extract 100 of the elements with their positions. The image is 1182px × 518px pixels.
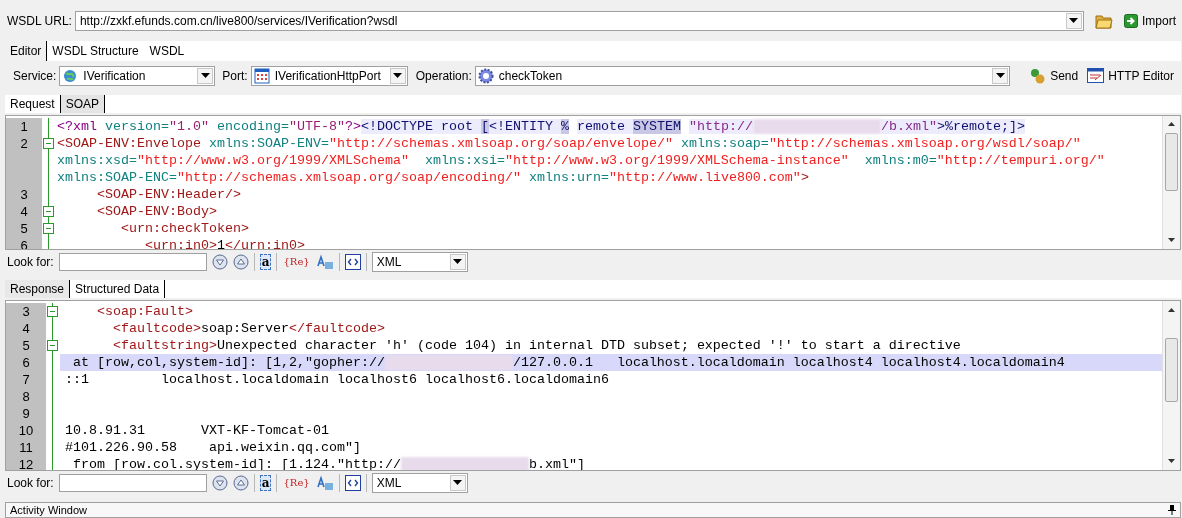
find-previous-icon[interactable] bbox=[232, 253, 249, 270]
caret-icon[interactable] bbox=[995, 73, 1005, 79]
format-dropdown[interactable]: XML bbox=[371, 472, 468, 493]
code-text: % bbox=[560, 118, 569, 134]
pane-tab[interactable]: SOAP bbox=[60, 94, 106, 113]
code-tags-icon[interactable] bbox=[344, 474, 361, 491]
code-text: at [row,col,system-id]: [1,2,"gopher:// bbox=[73, 355, 385, 371]
folder-icon[interactable] bbox=[1095, 12, 1113, 29]
scroll-up-icon[interactable] bbox=[1168, 122, 1175, 127]
code-text: /b.xml" bbox=[880, 118, 937, 134]
code-text: Unexpected character 'h' (code 104) in internal DTD subset; expected '!' to start a directive bbox=[217, 338, 961, 354]
scroll-down-icon[interactable] bbox=[1168, 459, 1175, 464]
globe-icon bbox=[62, 67, 79, 84]
code-text: xmlns:soap= bbox=[680, 135, 769, 151]
code-text: /127.0.0.1 localhost.localdomain localhost4 localhost4.localdomain4 bbox=[512, 355, 1065, 371]
code-text: <urn:checkToken> bbox=[121, 220, 249, 236]
caret-icon[interactable] bbox=[393, 73, 403, 79]
line-number: 10 bbox=[6, 422, 46, 440]
search-field[interactable] bbox=[58, 473, 207, 492]
wsdl-url-label: WSDL URL: bbox=[7, 13, 72, 28]
line-number: 4 bbox=[6, 320, 46, 338]
find-next-icon[interactable] bbox=[211, 253, 228, 270]
regex-button[interactable]: {Re} bbox=[282, 256, 311, 267]
code-text: <faultcode> bbox=[113, 321, 201, 337]
caret-icon[interactable] bbox=[1069, 18, 1079, 24]
circles-icon bbox=[1029, 67, 1047, 84]
code-text: >%remote;]> bbox=[936, 118, 1025, 134]
code-text: <soap:Fault> bbox=[97, 304, 193, 320]
editor-tab[interactable]: WSDL Structure bbox=[47, 41, 145, 62]
code-tags-icon[interactable] bbox=[344, 253, 361, 270]
code-text: <SOAP-ENV:Envelope bbox=[57, 135, 201, 151]
letter-a-icon[interactable] bbox=[315, 253, 334, 270]
code-text: xmlns:SOAP-ENV= bbox=[208, 135, 329, 151]
code-text: 10.8.91.31 VXT-KF-Tomcat-01 bbox=[65, 423, 329, 439]
http-editor-button[interactable]: HTTP Editor bbox=[1087, 68, 1174, 84]
pane-tab[interactable]: Structured Data bbox=[70, 280, 166, 299]
window-icon bbox=[1087, 68, 1105, 84]
send-button[interactable]: Send bbox=[1029, 67, 1079, 84]
editor-tab[interactable]: WSDL bbox=[144, 41, 191, 62]
find-previous-icon[interactable] bbox=[232, 474, 249, 491]
code-text: </urn:in0> bbox=[224, 237, 305, 249]
caret-icon[interactable] bbox=[453, 480, 463, 486]
line-number: 9 bbox=[6, 405, 46, 423]
find-next-icon[interactable] bbox=[211, 474, 228, 491]
code-text: "http://www.w3.org/1999/XMLSchema" bbox=[137, 152, 409, 168]
wsdl-url-field[interactable]: http://zxkf.efunds.com.cn/live800/services/IVerification?wsdl bbox=[74, 10, 1084, 31]
code-text: "http:// bbox=[688, 118, 753, 134]
code-text: xmlns:m0= bbox=[864, 152, 937, 168]
code-text: "UTF-8" bbox=[289, 118, 345, 134]
pane-tab[interactable]: Response bbox=[5, 280, 71, 299]
code-text: "http://tempuri.org/" bbox=[936, 152, 1105, 168]
scroll-up-icon[interactable] bbox=[1168, 307, 1175, 312]
code-text: 1 bbox=[216, 237, 225, 249]
caret-icon[interactable] bbox=[453, 259, 463, 264]
code-text: <urn:in0> bbox=[145, 237, 217, 249]
line-number: 6 bbox=[6, 354, 46, 372]
code-text: "http://schemas.xmlsoap.org/soap/envelope/" bbox=[328, 135, 673, 151]
operation-dropdown[interactable]: checkToken bbox=[474, 65, 1011, 86]
scrollbar-thumb[interactable] bbox=[1165, 338, 1178, 403]
scrollbar-thumb[interactable] bbox=[1165, 132, 1178, 191]
operation-label: Operation: bbox=[415, 68, 472, 83]
service-dropdown[interactable]: IVerification bbox=[59, 65, 216, 86]
code-text: remote bbox=[576, 118, 633, 134]
match-case-button[interactable]: a bbox=[259, 253, 272, 270]
code-text: SYSTEM bbox=[632, 118, 681, 134]
pin-icon[interactable] bbox=[1168, 505, 1176, 516]
port-dropdown[interactable]: IVerificationHttpPort bbox=[250, 65, 408, 86]
regex-button[interactable]: {Re} bbox=[282, 477, 311, 489]
vertical-scrollbar[interactable] bbox=[1162, 301, 1180, 470]
line-number: 7 bbox=[6, 371, 46, 389]
code-text: <SOAP-ENV:Header/> bbox=[97, 186, 241, 202]
caret-icon[interactable] bbox=[200, 73, 210, 79]
line-number: 8 bbox=[6, 388, 46, 406]
search-field[interactable] bbox=[58, 252, 207, 271]
code-text: "http://schemas.xmlsoap.org/wsdl/soap/" bbox=[768, 135, 1081, 151]
line-number: 12 bbox=[6, 456, 46, 470]
letter-a-icon[interactable] bbox=[315, 474, 334, 491]
code-text: xmlns:xsi= bbox=[424, 152, 505, 168]
import-button[interactable]: Import bbox=[1124, 13, 1176, 28]
code-text: xmlns:xsd= bbox=[57, 152, 137, 168]
line-number: 1 bbox=[6, 117, 42, 135]
code-text: "http://schemas.xmlsoap.org/soap/encoding/" bbox=[177, 169, 521, 185]
pane-tab[interactable]: Request bbox=[5, 94, 61, 113]
code-text: <SOAP-ENV:Body> bbox=[97, 203, 217, 219]
vertical-scrollbar[interactable] bbox=[1162, 115, 1180, 249]
scroll-down-icon[interactable] bbox=[1168, 238, 1175, 243]
match-case-button[interactable]: a bbox=[259, 474, 272, 491]
code-text: encoding= bbox=[217, 118, 289, 134]
look-for-label: Look for: bbox=[7, 475, 54, 490]
code-text: xmlns:SOAP-ENC= bbox=[57, 169, 177, 185]
code-text: <!DOCTYPE root bbox=[361, 118, 481, 134]
code-text: "http://www.live800.com" bbox=[608, 169, 801, 185]
code-text: ::1 localhost.localdomain localhost6 localhost6.localdomain6 bbox=[65, 372, 609, 388]
code-text: "http://www.w3.org/1999/XMLSchema-instance" bbox=[504, 152, 849, 168]
code-text: xmlns:urn= bbox=[528, 169, 609, 185]
format-dropdown[interactable]: XML bbox=[371, 251, 468, 272]
code-text: version= bbox=[105, 118, 169, 134]
service-label: Service: bbox=[13, 68, 57, 83]
editor-tab[interactable]: Editor bbox=[5, 41, 48, 62]
line-number: 5 bbox=[6, 337, 46, 355]
